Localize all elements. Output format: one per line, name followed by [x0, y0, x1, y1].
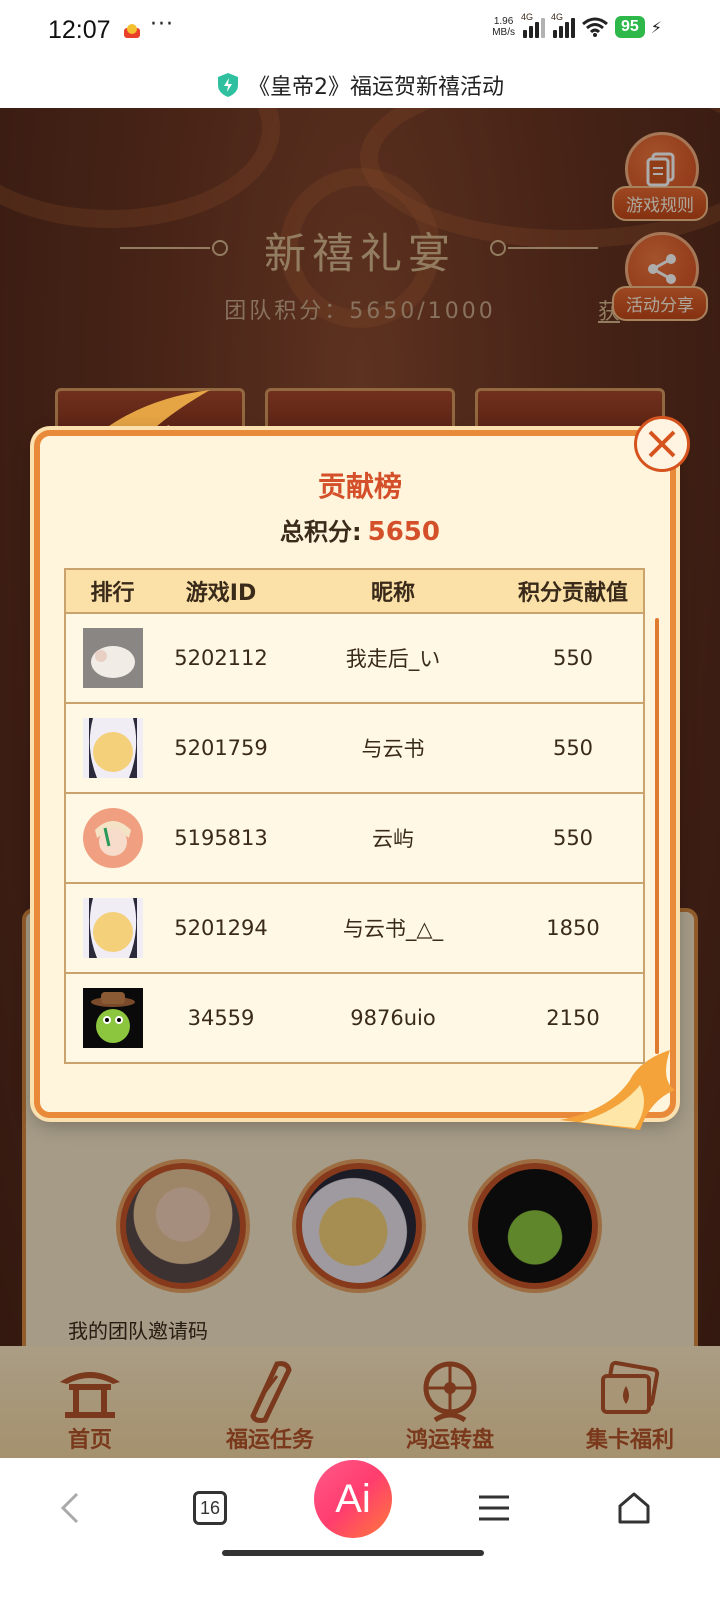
- table-row: 5195813 云屿 550: [64, 793, 645, 884]
- browser-bottom-bar: 16 Ai: [0, 1458, 720, 1600]
- page-title: 《皇帝2》福运贺新禧活动: [248, 75, 504, 100]
- ranking-table: 排行 游戏ID 昵称 积分贡献值 5202112 我走后_い 550 52017…: [64, 568, 645, 1064]
- game-id: 5201759: [159, 703, 283, 794]
- shield-icon: [218, 73, 238, 97]
- close-icon: [648, 430, 676, 458]
- ai-assistant-button[interactable]: Ai: [314, 1460, 392, 1538]
- green-cowboy-avatar: [82, 988, 143, 1048]
- menu-button[interactable]: [464, 1478, 524, 1538]
- points: 550: [503, 613, 645, 704]
- status-time: 12:07: [48, 16, 111, 44]
- chevron-left-icon: [60, 1492, 79, 1524]
- game-id: 5201294: [159, 883, 283, 974]
- more-notifications-icon: ···: [150, 12, 174, 37]
- close-button[interactable]: [634, 416, 690, 472]
- menu-icon: [479, 1495, 509, 1521]
- nickname: 云屿: [283, 793, 503, 884]
- total-score-label: 总积分:: [280, 518, 362, 546]
- status-icons: 1.96 MB/s 4G 4G 95 ⚡: [492, 12, 662, 38]
- table-row: 5201294 与云书_△_ 1850: [64, 883, 645, 974]
- table-row: 5201759 与云书 550: [64, 703, 645, 794]
- nickname: 与云书_△_: [283, 883, 503, 974]
- column-header-game-id: 游戏ID: [159, 568, 283, 614]
- game-id: 5202112: [159, 613, 283, 704]
- column-header-rank: 排行: [64, 568, 159, 614]
- battery-indicator: 95: [614, 16, 645, 38]
- anime-boy-avatar: [82, 808, 143, 868]
- points: 550: [503, 703, 645, 794]
- total-score: 总积分: 5650: [0, 512, 720, 547]
- nickname: 9876uio: [283, 973, 503, 1064]
- signal-icon: 4G: [521, 12, 545, 38]
- points: 1850: [503, 883, 645, 974]
- table-row: 34559 9876uio 2150: [64, 973, 645, 1064]
- app-notification-icon: [124, 24, 140, 38]
- wifi-icon: [582, 17, 608, 37]
- modal-title: 贡献榜: [317, 470, 402, 503]
- nickname: 我走后_い: [283, 613, 503, 704]
- home-button[interactable]: [604, 1478, 664, 1538]
- charging-icon: ⚡: [650, 17, 662, 37]
- tabs-button[interactable]: 16: [180, 1478, 240, 1538]
- points: 2150: [503, 973, 645, 1064]
- signal-icon: 4G: [551, 12, 575, 38]
- column-header-nickname: 昵称: [283, 568, 503, 614]
- moon-girl-avatar: [82, 898, 143, 958]
- tab-count: 16: [193, 1491, 227, 1525]
- game-id: 34559: [159, 973, 283, 1064]
- nickname: 与云书: [283, 703, 503, 794]
- status-bar: 12:07 ··· 1.96 MB/s 4G 4G 95 ⚡: [0, 0, 720, 62]
- moon-girl-avatar: [82, 718, 143, 778]
- home-icon: [618, 1492, 650, 1524]
- game-id: 5195813: [159, 793, 283, 884]
- net-speed: 1.96 MB/s: [492, 16, 515, 38]
- title-bar: 《皇帝2》福运贺新禧活动: [0, 62, 720, 108]
- back-button[interactable]: [40, 1478, 100, 1538]
- table-header: 排行 游戏ID 昵称 积分贡献值: [64, 568, 645, 614]
- points: 550: [503, 793, 645, 884]
- home-indicator[interactable]: [222, 1550, 484, 1556]
- column-header-points: 积分贡献值: [503, 568, 645, 614]
- total-score-value: 5650: [367, 517, 440, 547]
- table-scrollbar[interactable]: [655, 618, 659, 1054]
- table-row: 5202112 我走后_い 550: [64, 613, 645, 704]
- cat-photo-avatar: [82, 628, 143, 688]
